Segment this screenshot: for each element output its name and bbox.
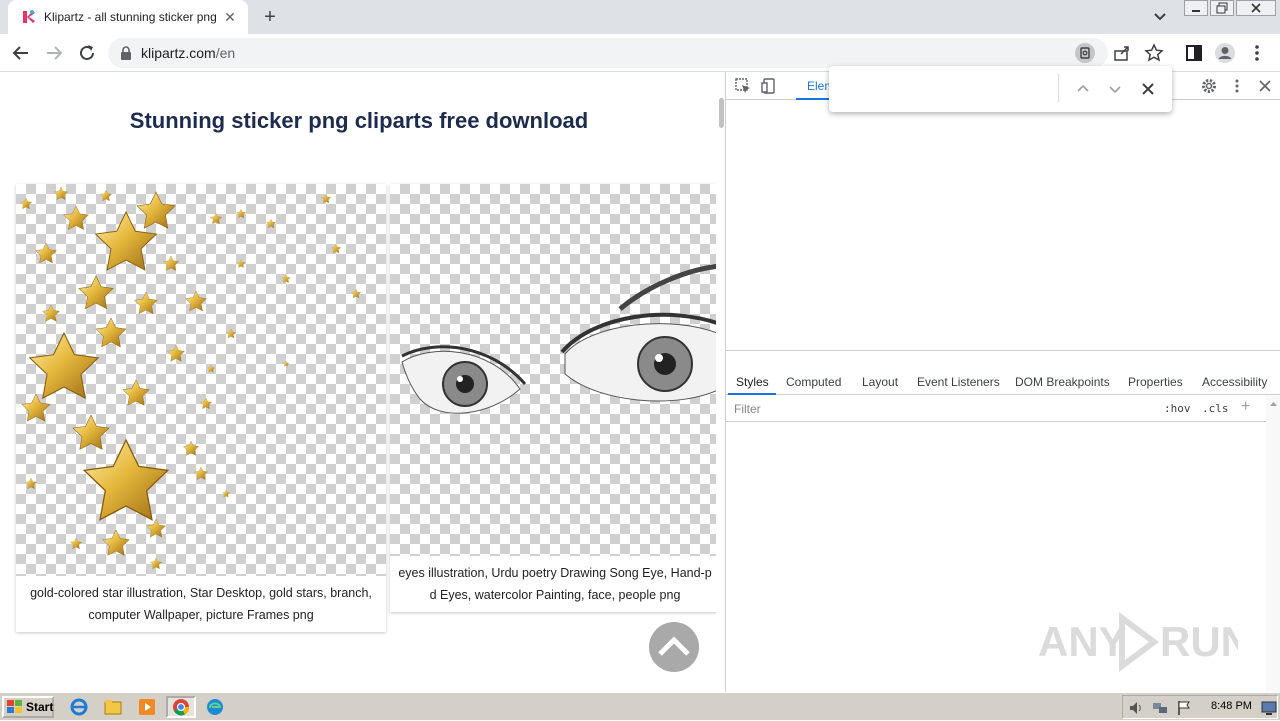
filter-placeholder: Filter — [734, 402, 761, 416]
web-page: Stunning sticker png cliparts free downl… — [0, 72, 725, 692]
profile-avatar-icon[interactable] — [1214, 42, 1236, 64]
tab-properties[interactable]: Properties — [1128, 375, 1183, 389]
back-arrow-icon[interactable] — [10, 42, 32, 64]
show-desktop-icon[interactable] — [1261, 700, 1277, 716]
start-button[interactable]: Start — [2, 696, 54, 718]
windows-logo-icon — [7, 700, 22, 713]
filter-input[interactable] — [728, 398, 1153, 420]
system-tray: 8:48 PM — [1122, 695, 1278, 719]
page-heading: Stunning sticker png cliparts free downl… — [129, 108, 589, 133]
tab-accessibility[interactable]: Accessibility — [1202, 375, 1267, 389]
chrome-taskbar-button[interactable] — [166, 696, 196, 718]
devtools-panel: Elem Styles Computed Layout Event Listen… — [725, 72, 1280, 692]
windows-taskbar: Start 8:48 PM — [0, 692, 1280, 720]
find-in-page-icon[interactable] — [1075, 43, 1095, 63]
close-tab-icon[interactable]: ✕ — [222, 9, 238, 25]
card-caption[interactable]: eyes illustration, Urdu poetry Drawing S… — [394, 562, 716, 606]
reload-icon[interactable] — [76, 42, 98, 64]
chevron-down-icon[interactable] — [1150, 7, 1170, 27]
find-bar — [829, 66, 1172, 112]
svg-text:RUN: RUN — [1160, 618, 1238, 665]
window-controls — [1182, 0, 1276, 18]
side-panel-icon[interactable] — [1183, 42, 1205, 64]
forward-arrow-icon[interactable] — [43, 42, 65, 64]
tab-strip: Klipartz - all stunning sticker png ima … — [0, 0, 1280, 34]
tab-styles[interactable]: Styles — [736, 375, 769, 389]
klipartz-favicon-icon — [23, 10, 35, 23]
action-center-flag-icon[interactable] — [1175, 699, 1193, 717]
browser-tab[interactable]: Klipartz - all stunning sticker png ima … — [8, 0, 248, 34]
address-bar[interactable]: klipartz.com/en — [108, 38, 1164, 68]
more-options-icon[interactable] — [1246, 42, 1268, 64]
card-caption[interactable]: gold-colored star illustration, Star Des… — [20, 582, 382, 626]
url-text: klipartz.com/en — [141, 45, 236, 61]
tab-computed[interactable]: Computed — [786, 375, 841, 389]
gold-stars-image[interactable] — [16, 184, 386, 576]
start-label: Start — [26, 700, 54, 714]
tab-layout[interactable]: Layout — [862, 375, 898, 389]
restore-button[interactable] — [1210, 0, 1234, 16]
panel-divider[interactable] — [726, 350, 1280, 351]
device-toolbar-icon[interactable] — [760, 77, 778, 95]
volume-icon[interactable] — [1127, 699, 1145, 717]
kebab-menu-icon[interactable] — [1228, 77, 1246, 95]
minimize-button[interactable] — [1184, 0, 1208, 16]
lock-icon[interactable] — [120, 46, 132, 60]
gold-stars-illustration — [19, 186, 361, 570]
bookmark-star-icon[interactable] — [1144, 43, 1164, 63]
tab-title: Klipartz - all stunning sticker png ima — [44, 10, 216, 24]
anyrun-watermark-logo: ANY RUN — [1038, 612, 1238, 672]
close-icon[interactable] — [1138, 79, 1158, 99]
scroll-up-arrow-icon[interactable] — [1266, 399, 1280, 409]
active-subtab-indicator — [728, 393, 776, 395]
file-explorer-icon[interactable] — [100, 696, 126, 718]
styles-subtabs: Styles Computed Layout Event Listeners D… — [726, 371, 1280, 395]
new-style-rule-button[interactable]: + — [1241, 398, 1250, 416]
gear-icon[interactable] — [1200, 77, 1218, 95]
tab-dom-breakpoints[interactable]: DOM Breakpoints — [1015, 375, 1110, 389]
find-input[interactable] — [839, 78, 1049, 100]
taskbar-clock[interactable]: 8:48 PM — [1211, 700, 1252, 712]
page-scrollbar[interactable] — [716, 72, 725, 692]
clipart-card[interactable]: eyes illustration, Urdu poetry Drawing S… — [390, 184, 720, 612]
media-player-icon[interactable] — [134, 696, 160, 718]
close-icon[interactable] — [1256, 77, 1274, 95]
find-bar-divider — [1058, 74, 1059, 102]
class-toggle[interactable]: .cls — [1202, 402, 1229, 415]
styles-filter-bar: Filter :hov .cls + — [726, 396, 1266, 422]
eyes-image[interactable] — [390, 184, 720, 556]
inspect-element-icon[interactable] — [734, 77, 752, 95]
chevron-up-icon[interactable] — [1073, 79, 1093, 99]
new-tab-button[interactable]: + — [258, 6, 282, 28]
tab-event-listeners[interactable]: Event Listeners — [917, 375, 1000, 389]
hover-state-toggle[interactable]: :hov — [1164, 402, 1191, 415]
clipart-card[interactable]: gold-colored star illustration, Star Des… — [16, 184, 386, 632]
chevron-down-icon[interactable] — [1105, 79, 1125, 99]
chevron-up-icon — [658, 636, 690, 656]
edge-icon[interactable] — [202, 696, 228, 718]
scroll-to-top-button[interactable] — [649, 622, 699, 672]
close-window-button[interactable] — [1236, 0, 1276, 16]
scrollbar-thumb[interactable] — [719, 98, 724, 128]
styles-scrollbar[interactable] — [1266, 396, 1280, 692]
eyes-illustration — [401, 263, 720, 414]
share-icon[interactable] — [1112, 43, 1132, 63]
internet-explorer-icon[interactable] — [66, 696, 92, 718]
svg-text:ANY: ANY — [1038, 618, 1127, 665]
network-icon[interactable] — [1151, 699, 1169, 717]
chrome-icon — [173, 699, 190, 716]
